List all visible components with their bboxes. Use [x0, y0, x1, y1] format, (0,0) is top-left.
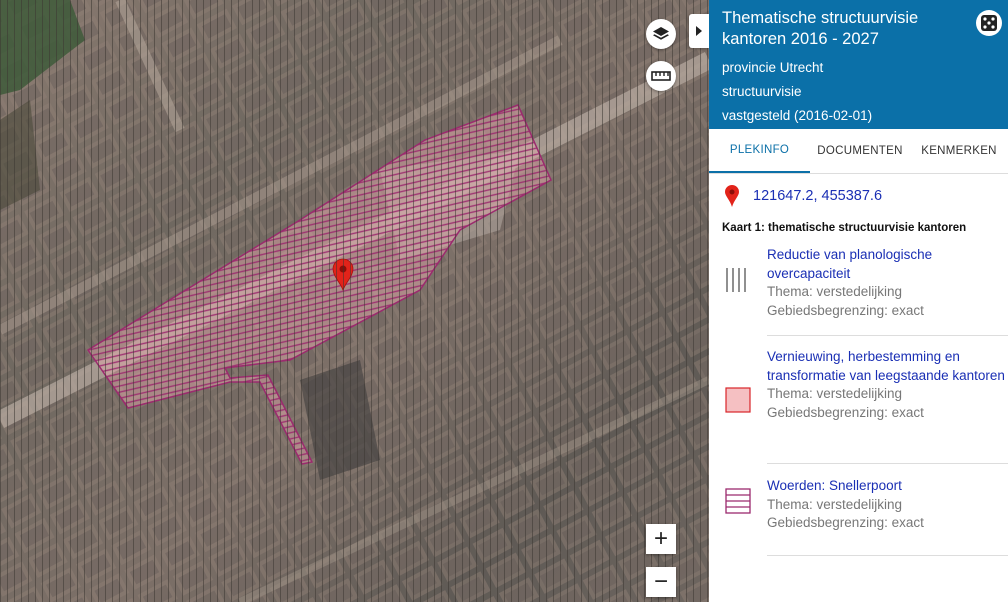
- random-plan-button[interactable]: [976, 10, 1002, 36]
- measure-button[interactable]: [646, 61, 676, 91]
- plan-type: structuurvisie: [722, 84, 802, 99]
- panel-tabs: PLEKINFO DOCUMENTEN KENMERKEN: [709, 129, 1008, 174]
- ruler-icon: [651, 71, 671, 81]
- legend-title[interactable]: Vernieuwing, herbestemming en transforma…: [767, 348, 1008, 385]
- dice-icon: [981, 15, 997, 31]
- tab-plekinfo[interactable]: PLEKINFO: [709, 129, 810, 173]
- horizontal-hatch-symbol-icon: [725, 488, 751, 514]
- tab-documenten[interactable]: DOCUMENTEN: [810, 129, 910, 173]
- legend-begrenzing: Gebiedsbegrenzing: exact: [767, 515, 924, 530]
- legend-item-vernieuwing[interactable]: Vernieuwing, herbestemming en transforma…: [725, 336, 1008, 464]
- legend-item-reductie[interactable]: Reductie van planologische overcapacitei…: [726, 238, 1008, 336]
- zoom-in-button[interactable]: +: [646, 524, 676, 554]
- plan-authority: provincie Utrecht: [722, 60, 824, 75]
- aerial-imagery: [0, 0, 709, 602]
- pink-square-symbol-icon: [725, 387, 751, 413]
- legend-thema: Thema: verstedelijking: [767, 284, 903, 299]
- chevron-right-icon: [696, 26, 702, 36]
- collapse-panel-button[interactable]: [689, 14, 709, 48]
- legend-thema: Thema: verstedelijking: [767, 496, 903, 512]
- map-view[interactable]: + −: [0, 0, 709, 602]
- layers-icon: [653, 27, 669, 40]
- legend-begrenzing: Gebiedsbegrenzing: exact: [767, 404, 924, 420]
- info-panel: Thematische structuurvisie kantoren 2016…: [709, 0, 1008, 602]
- legend-item-snellerpoort[interactable]: Woerden: Snellerpoort Thema: verstedelij…: [725, 464, 1008, 556]
- location-coordinates: 121647.2, 455387.6: [709, 174, 1008, 218]
- layers-button[interactable]: [646, 19, 676, 49]
- legend-title[interactable]: Reductie van planologische overcapacitei…: [767, 246, 1008, 283]
- map-marker-icon: [725, 185, 739, 207]
- panel-header: Thematische structuurvisie kantoren 2016…: [709, 0, 1008, 129]
- legend-title[interactable]: Woerden: Snellerpoort: [767, 477, 1008, 496]
- map-heading: Kaart 1: thematische structuurvisie kant…: [722, 222, 967, 234]
- tab-kenmerken[interactable]: KENMERKEN: [910, 129, 1008, 173]
- vertical-lines-symbol-icon: [726, 268, 746, 292]
- legend-begrenzing: Gebiedsbegrenzing: exact: [767, 302, 924, 318]
- plan-status: vastgesteld (2016-02-01): [722, 108, 873, 123]
- coordinates-text: 121647.2, 455387.6: [753, 188, 883, 204]
- legend-thema: Thema: verstedelijking: [767, 386, 903, 401]
- zoom-out-button[interactable]: −: [646, 567, 676, 597]
- plan-title: Thematische structuurvisie kantoren 2016…: [722, 9, 919, 48]
